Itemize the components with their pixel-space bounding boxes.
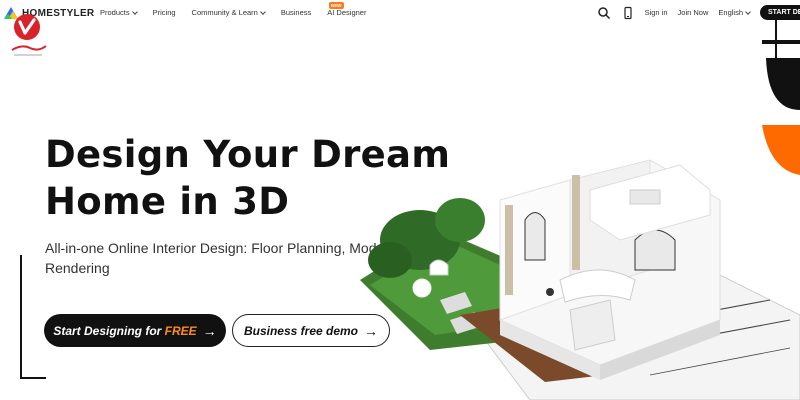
cta-primary-label: Start Designing for FREE <box>53 324 196 338</box>
top-navigation-bar: HOMESTYLER Products Pricing Community & … <box>0 0 800 28</box>
nav-item-label: Business <box>280 8 312 17</box>
chevron-down-icon <box>131 8 138 15</box>
new-badge: NEW <box>329 2 344 9</box>
arrow-right-icon: → <box>364 322 379 339</box>
nav-item-business[interactable]: Business <box>281 8 311 17</box>
arrow-right-icon: → <box>202 322 217 339</box>
business-free-demo-button[interactable]: Business free demo → <box>232 314 390 347</box>
start-designing-free-button[interactable]: Start Designing for FREE → <box>44 314 226 347</box>
start-designing-top-button[interactable]: START DES <box>760 5 800 20</box>
chevron-down-icon <box>745 8 751 15</box>
watermark-logo-icon <box>11 14 47 56</box>
decorative-bracket-line <box>20 255 22 379</box>
language-select[interactable]: English <box>718 8 751 17</box>
nav-item-community-learn[interactable]: Community & Learn <box>191 8 266 17</box>
mobile-icon[interactable] <box>621 6 635 20</box>
nav-item-ai-designer[interactable]: AI Designer <box>327 8 366 17</box>
chevron-down-icon <box>259 8 266 15</box>
nav-item-label: Products <box>100 8 130 17</box>
right-nav: Sign in Join Now English START DES <box>597 5 800 20</box>
sign-in-link[interactable]: Sign in <box>645 8 668 17</box>
decorative-bracket-foot <box>20 377 46 379</box>
main-nav: Products Pricing Community & Learn Busin… <box>100 8 366 17</box>
language-label: English <box>718 8 743 17</box>
nav-item-pricing[interactable]: Pricing <box>153 8 176 17</box>
join-now-link[interactable]: Join Now <box>678 8 709 17</box>
search-icon[interactable] <box>597 6 611 20</box>
nav-item-label: Pricing <box>152 8 176 17</box>
hero-3d-house-illustration <box>360 159 800 400</box>
cta-primary-free: FREE <box>164 323 197 338</box>
nav-item-label: Community & Learn <box>191 8 258 17</box>
cta-primary-prefix: Start Designing for <box>53 323 165 338</box>
nav-item-products[interactable]: Products <box>100 8 138 17</box>
nav-item-label: AI Designer <box>327 8 367 17</box>
cta-secondary-label: Business free demo <box>243 323 359 338</box>
